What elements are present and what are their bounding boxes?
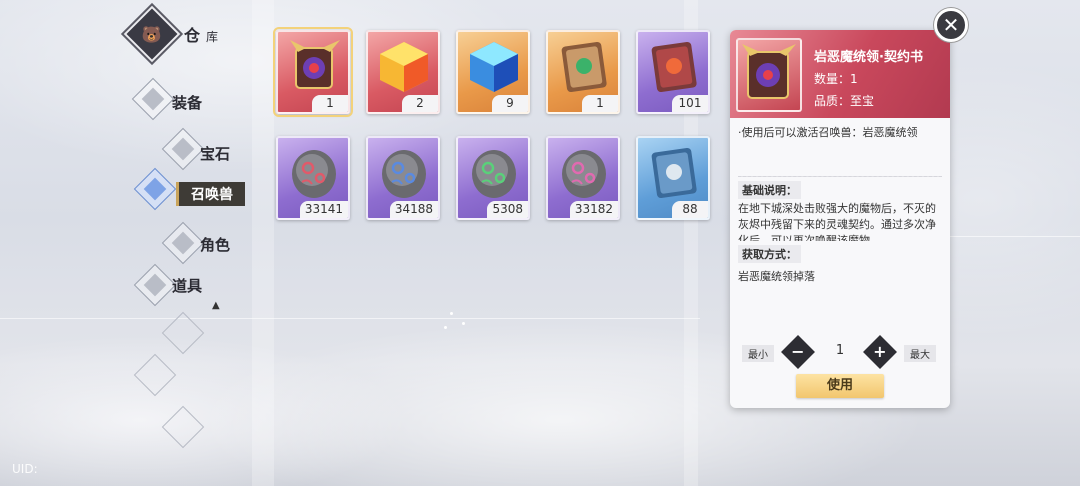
item-count: 5308	[487, 201, 528, 218]
basic-info-text[interactable]: 在地下城深处击败强大的魔物后，不灭的灰烬中残留下来的灵魂契约。通过多次净化后，可…	[730, 201, 950, 241]
background-line	[0, 318, 700, 319]
nav-item-summons[interactable]: 召唤兽	[176, 182, 245, 206]
demon-contract-book-icon	[286, 38, 342, 94]
item-count: 1	[312, 95, 348, 112]
minus-button[interactable]: −	[781, 335, 815, 369]
item-slot[interactable]: 34188	[366, 136, 440, 220]
sparkle	[450, 312, 453, 315]
max-button[interactable]: 最大	[904, 345, 936, 362]
divider	[738, 176, 942, 177]
warehouse-header: 🐻 仓 库	[123, 5, 219, 63]
item-slot[interactable]: 2	[366, 30, 440, 114]
item-slot[interactable]: 9	[456, 30, 530, 114]
warehouse-bear-icon: 🐻	[123, 5, 181, 63]
use-button[interactable]: 使用	[796, 374, 884, 398]
nav-item-items[interactable]: 道具	[172, 275, 202, 296]
item-count: 33141	[299, 201, 348, 218]
orange-crystal-cube-icon	[376, 38, 432, 94]
red-gem-book-icon	[646, 38, 702, 94]
plus-button[interactable]: +	[863, 335, 897, 369]
item-slot[interactable]: 1	[273, 27, 353, 117]
detail-quantity: 数量：1	[814, 72, 858, 86]
item-count: 88	[672, 201, 708, 218]
blue-crystal-cube-icon	[466, 38, 522, 94]
detail-effect: ·使用后可以激活召唤兽：岩恶魔统领	[738, 126, 918, 139]
close-button[interactable]: ✕	[934, 8, 968, 42]
red-rune-stone-icon	[286, 144, 342, 200]
item-slot[interactable]: 88	[636, 136, 710, 220]
item-slot[interactable]: 33141	[276, 136, 350, 220]
background-pillar	[252, 0, 274, 486]
nav-item-gems[interactable]: 宝石	[200, 143, 230, 164]
blue-tome-icon	[646, 144, 702, 200]
quantity-value: 1	[835, 343, 845, 358]
item-slot[interactable]: 1	[546, 30, 620, 114]
sparkle	[444, 326, 447, 329]
uid-label: UID:	[12, 462, 38, 476]
min-button[interactable]: 最小	[742, 345, 774, 362]
item-slot[interactable]: 33182	[546, 136, 620, 220]
green-gem-book-icon	[556, 38, 612, 94]
item-count: 9	[492, 95, 528, 112]
nav-item-characters[interactable]: 角色	[200, 234, 230, 255]
item-count: 1	[582, 95, 618, 112]
item-slot[interactable]: 101	[636, 30, 710, 114]
demon-contract-book-icon	[736, 38, 802, 112]
item-count: 2	[402, 95, 438, 112]
blue-rune-stone-icon	[376, 144, 432, 200]
warehouse-subtitle: 库	[206, 29, 219, 44]
close-icon: ✕	[942, 13, 960, 37]
basic-info-heading: 基础说明：	[738, 181, 801, 199]
detail-item-name: 岩恶魔统领·契约书	[814, 50, 923, 65]
nav-item-equipment[interactable]: 装备	[172, 92, 202, 113]
item-count: 33182	[569, 201, 618, 218]
pink-rune-stone-icon	[556, 144, 612, 200]
detail-quality: 品质：至宝	[814, 94, 875, 108]
quantity-stepper: 最小 − 1 + 最大	[740, 335, 940, 369]
plus-icon: +	[873, 342, 887, 361]
item-count: 34188	[389, 201, 438, 218]
green-rune-stone-icon	[466, 144, 522, 200]
item-count: 101	[672, 95, 708, 112]
warehouse-title: 仓	[184, 26, 201, 45]
minus-icon: −	[791, 342, 805, 361]
detail-header: 岩恶魔统领·契约书 数量：1 品质：至宝	[730, 30, 950, 118]
source-text: 岩恶魔统领掉落	[738, 270, 815, 283]
item-slot[interactable]: 5308	[456, 136, 530, 220]
expand-arrow-icon: ▲	[212, 300, 220, 311]
sparkle	[462, 322, 465, 325]
source-heading: 获取方式：	[738, 245, 801, 263]
item-detail-panel: 岩恶魔统领·契约书 数量：1 品质：至宝 ·使用后可以激活召唤兽：岩恶魔统领 基…	[730, 30, 950, 408]
